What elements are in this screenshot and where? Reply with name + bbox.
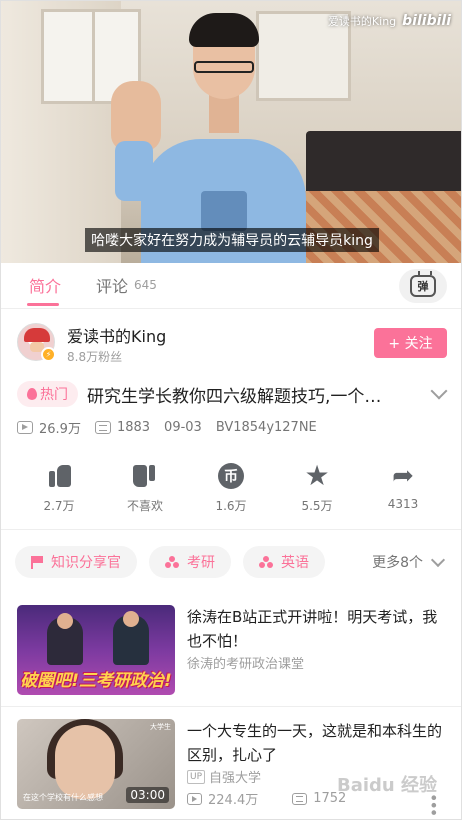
share-button[interactable]: ➦ 4313 — [363, 463, 443, 511]
video-title: 研究生学长教你四六级解题技巧,一个… — [87, 387, 382, 407]
tab-intro[interactable]: 简介 — [29, 273, 61, 297]
follow-button[interactable]: + 关注 — [374, 328, 447, 358]
owner-name: 徐涛的考研政治课堂 — [187, 657, 305, 672]
video-thumbnail[interactable]: 大学生 在这个学校有什么感想 03:00 — [17, 719, 175, 809]
video-thumbnail[interactable]: 破圈吧!三考研政治! — [17, 605, 175, 695]
action-bar: 2.7万 不喜欢 币 1.6万 ★ 5.5万 ➦ 4313 — [1, 459, 461, 525]
danmaku-count: 1883 — [116, 420, 151, 435]
tag-dots-icon — [165, 556, 179, 568]
video-waving-hand — [111, 81, 161, 201]
owner-name: 自强大学 — [209, 771, 262, 786]
related-video-owner: 徐涛的考研政治课堂 — [187, 653, 304, 672]
uploader-name[interactable]: 爱读书的King — [67, 323, 166, 347]
danmaku-count-icon — [94, 421, 111, 434]
tag-label: 英语 — [281, 555, 309, 571]
bvid: BV1854y127NE — [215, 420, 317, 435]
detail-tabs: 简介 评论 645 — [1, 263, 461, 309]
chevron-down-icon — [430, 552, 446, 567]
like-button[interactable]: 2.7万 — [19, 463, 99, 514]
coin-icon: 币 — [218, 463, 244, 489]
related-video-owner: UP 自强大学 — [187, 767, 261, 786]
flag-icon — [31, 555, 43, 569]
tag-label: 知识分享官 — [51, 555, 121, 571]
tag-english[interactable]: 英语 — [243, 546, 325, 578]
baidu-watermark: Baidu 经验 — [336, 775, 437, 796]
view-count: 26.9万 — [39, 422, 81, 437]
hot-badge[interactable]: 热门 — [17, 381, 78, 407]
play-count-icon — [187, 792, 202, 805]
favorite-button[interactable]: ★ 5.5万 — [277, 459, 357, 514]
dislike-label: 不喜欢 — [126, 499, 163, 513]
danmaku-tv-icon: 弹 — [410, 275, 436, 297]
favorite-icon: ★ — [304, 459, 330, 492]
thumbnail-banner-text: 破圈吧!三考研政治! — [20, 671, 172, 691]
tab-active-indicator — [27, 303, 59, 306]
like-count: 2.7万 — [43, 499, 75, 513]
video-duration: 03:00 — [126, 787, 169, 803]
play-count-icon — [17, 421, 33, 434]
dislike-icon — [132, 463, 158, 489]
thumbnail-top-text: 大学生 — [150, 723, 171, 731]
more-tags-label: 更多8个 — [372, 555, 423, 571]
tag-list: 知识分享官 考研 英语 — [15, 546, 325, 578]
video-subtitle: 哈喽大家好在努力成为辅导员的云辅导员king — [1, 228, 461, 252]
watermark-author: 爱读书的King — [327, 15, 397, 28]
video-player[interactable]: 爱读书的King bilibili 哈喽大家好在努力成为辅导员的云辅导员king — [1, 1, 461, 263]
subtitle-text: 哈喽大家好在努力成为辅导员的云辅导员king — [85, 228, 379, 252]
tab-comments[interactable]: 评论 — [96, 273, 128, 297]
up-badge-icon: UP — [187, 769, 206, 784]
danmaku-toggle-button[interactable]: 弹 — [399, 269, 447, 303]
hot-label: 热门 — [40, 387, 68, 403]
tag-label: 考研 — [187, 555, 215, 571]
video-watermark: 爱读书的King bilibili — [328, 13, 451, 29]
coin-count: 1.6万 — [215, 499, 247, 513]
favorite-count: 5.5万 — [301, 499, 333, 513]
dislike-button[interactable]: 不喜欢 — [105, 463, 185, 514]
comments-count: 645 — [134, 278, 157, 292]
danmaku-count-icon — [292, 792, 308, 805]
verified-badge-icon: ⚡ — [41, 347, 56, 362]
coin-button[interactable]: 币 1.6万 — [191, 463, 271, 514]
related-video[interactable]: 破圈吧!三考研政治! 徐涛在B站正式开讲啦！明天考试，我也不怕！ 徐涛的考研政治… — [1, 595, 461, 707]
tag-kaoyan[interactable]: 考研 — [149, 546, 231, 578]
share-count: 4313 — [387, 497, 419, 511]
share-icon: ➦ — [392, 461, 414, 491]
related-view-count: 224.4万 — [208, 793, 259, 808]
flame-icon — [27, 388, 37, 400]
uploader-fans: 8.8万粉丝 — [67, 350, 123, 364]
thumbnail-caption: 在这个学校有什么感想 — [23, 793, 103, 802]
video-meta: 26.9万 1883 09-03 BV1854y127NE — [17, 418, 331, 437]
like-icon — [46, 463, 72, 489]
related-video-title[interactable]: 徐涛在B站正式开讲啦！明天考试，我也不怕！ — [187, 605, 449, 653]
danmaku-glyph: 弹 — [417, 280, 429, 293]
related-video-title[interactable]: 一个大专生的一天，这就是和本科生的区别，扎心了 — [187, 719, 449, 767]
related-video-stats: 224.4万 1752 — [187, 789, 346, 808]
publish-date: 09-03 — [164, 420, 202, 435]
more-tags-button[interactable]: 更多8个 — [372, 552, 446, 572]
video-bed — [301, 191, 461, 263]
bilibili-logo: bilibili — [402, 13, 451, 29]
app-screen: 爱读书的King bilibili 哈喽大家好在努力成为辅导员的云辅导员king… — [0, 0, 462, 820]
expand-chevron-icon[interactable] — [430, 382, 448, 400]
tag-knowledge-sharer[interactable]: 知识分享官 — [15, 546, 137, 578]
related-video[interactable]: 大学生 在这个学校有什么感想 03:00 一个大专生的一天，这就是和本科生的区别… — [1, 709, 461, 819]
tag-dots-icon — [259, 556, 273, 568]
section-divider — [1, 529, 461, 530]
